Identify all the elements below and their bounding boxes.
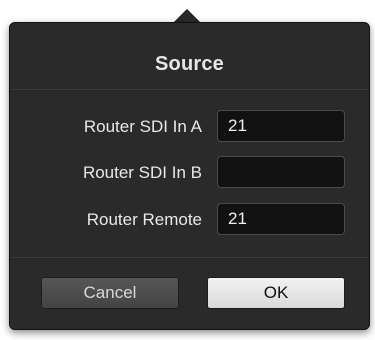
router-sdi-in-a-row: Router SDI In A — [10, 110, 369, 144]
router-remote-field[interactable] — [217, 203, 345, 235]
ok-button[interactable]: OK — [207, 277, 345, 309]
title-divider — [11, 89, 368, 90]
router-sdi-in-a-field[interactable] — [217, 110, 345, 142]
cancel-button[interactable]: Cancel — [41, 277, 179, 309]
router-sdi-in-a-label: Router SDI In A — [83, 117, 202, 136]
router-sdi-in-b-row: Router SDI In B — [10, 156, 369, 190]
router-remote-label: Router Remote — [86, 210, 202, 229]
source-popover: Source Router SDI In A Router SDI In B R… — [9, 22, 370, 330]
button-divider — [11, 257, 368, 258]
router-sdi-in-b-label: Router SDI In B — [82, 163, 202, 182]
dialog-title: Source — [154, 53, 224, 75]
router-remote-row: Router Remote — [10, 203, 369, 237]
router-sdi-in-b-field[interactable] — [217, 156, 345, 188]
stage: Source Router SDI In A Router SDI In B R… — [0, 0, 375, 340]
